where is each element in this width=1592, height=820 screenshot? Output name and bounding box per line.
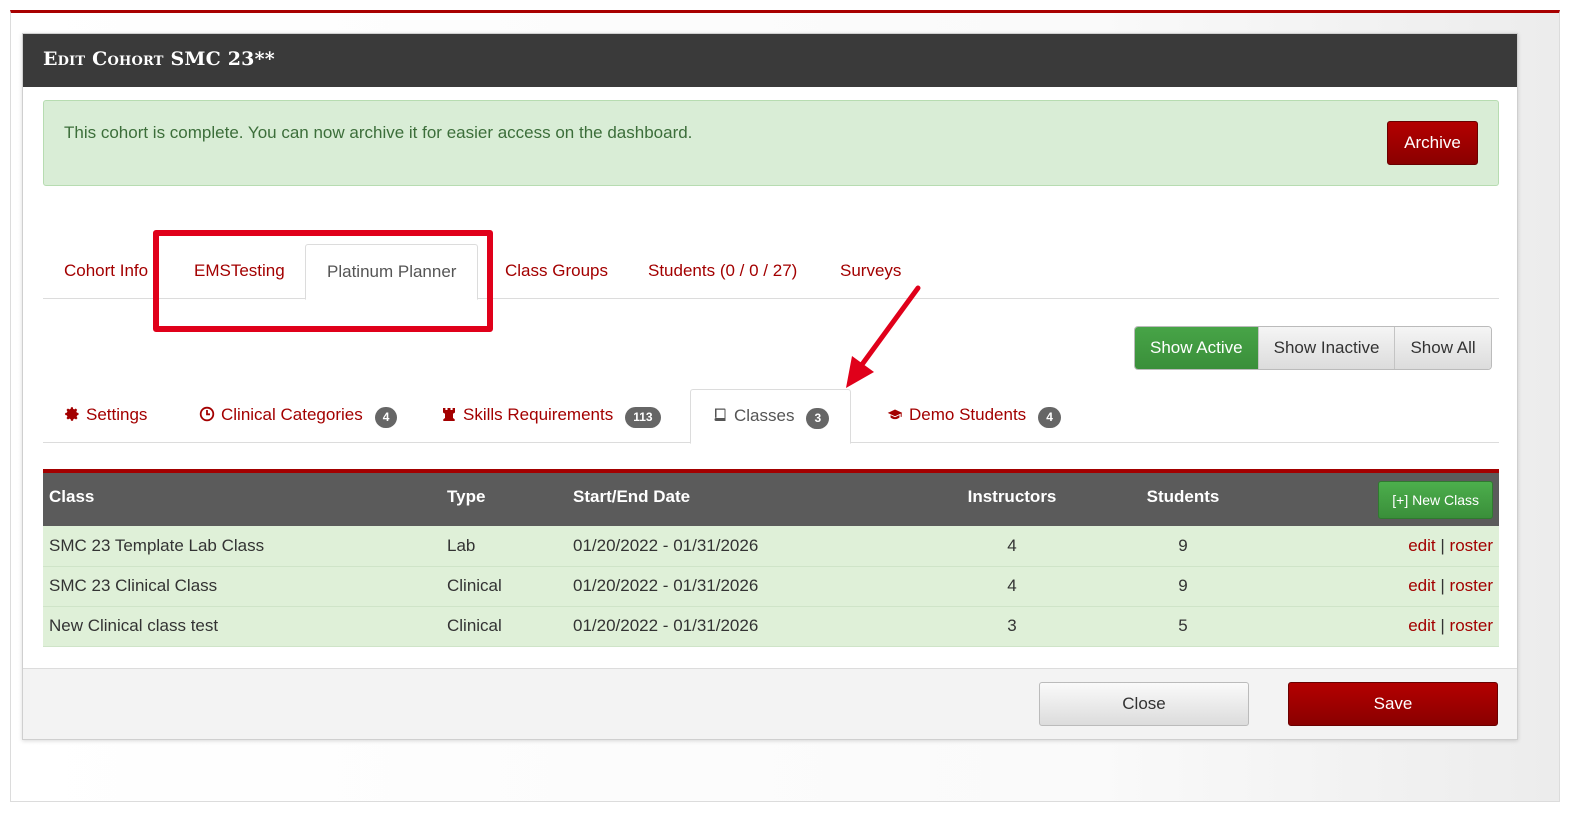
subtab-clinical-categories-label: Clinical Categories [221, 405, 363, 424]
show-active-button[interactable]: Show Active [1135, 327, 1258, 369]
edit-link[interactable]: edit [1408, 616, 1435, 635]
cell-type: Clinical [447, 616, 502, 635]
show-all-button[interactable]: Show All [1394, 327, 1491, 369]
cell-type: Lab [447, 535, 476, 555]
table-header-row: Class Type Start/End Date Instructors St… [43, 473, 1499, 526]
col-students: Students [1146, 487, 1220, 506]
rook-icon [443, 408, 455, 421]
cell-actions: edit | roster [1259, 566, 1499, 606]
cell-actions: edit | roster [1259, 606, 1499, 646]
cell-type: Clinical [447, 576, 502, 595]
cell-actions: edit | roster [1259, 526, 1499, 566]
cell-instructors: 4 [1007, 535, 1017, 555]
show-inactive-button[interactable]: Show Inactive [1257, 327, 1395, 369]
tab-class-groups[interactable]: Class Groups [484, 244, 629, 299]
cell-class: SMC 23 Clinical Class [49, 576, 218, 595]
table-row: SMC 23 Clinical Class Clinical 01/20/202… [43, 566, 1499, 606]
new-class-button[interactable]: [+] New Class [1378, 481, 1493, 519]
sub-tabs: Settings Clinical Categories 4 Skills Re… [43, 389, 1499, 444]
col-instructors: Instructors [967, 487, 1057, 506]
table-row: New Clinical class test Clinical 01/20/2… [43, 606, 1499, 646]
tab-platinum-planner[interactable]: Platinum Planner [305, 244, 479, 300]
table-row: SMC 23 Template Lab Class Lab 01/20/2022… [43, 526, 1499, 566]
alert-message: This cohort is complete. You can now arc… [64, 123, 693, 142]
cell-class: New Clinical class test [49, 616, 219, 635]
skills-requirements-count-badge: 113 [625, 407, 661, 428]
action-separator: | [1440, 576, 1445, 595]
edit-cohort-modal: Edit Cohort SMC 23** This cohort is comp… [22, 33, 1518, 740]
subtab-clinical-categories[interactable]: Clinical Categories 4 [178, 389, 418, 443]
modal-title: Edit Cohort SMC 23** [23, 34, 1517, 87]
main-tabs: Cohort Info EMSTesting Platinum Planner … [43, 244, 1499, 300]
tab-emstesting[interactable]: EMSTesting [173, 244, 306, 299]
cell-class: SMC 23 Template Lab Class [49, 535, 265, 555]
cell-students: 9 [1178, 576, 1188, 595]
demo-students-count-badge: 4 [1038, 407, 1061, 428]
cell-dates: 01/20/2022 - 01/31/2026 [573, 616, 759, 635]
modal-footer: Close Save [23, 668, 1517, 739]
classes-count-badge: 3 [806, 408, 830, 429]
col-actions: [+] New Class [1259, 473, 1499, 526]
cell-students: 5 [1178, 616, 1188, 635]
col-start-end-date: Start/End Date [573, 487, 691, 506]
roster-link[interactable]: roster [1450, 536, 1493, 555]
subtab-settings-label: Settings [86, 405, 148, 424]
gear-icon [65, 407, 79, 421]
col-type: Type [447, 487, 486, 506]
tab-cohort-info[interactable]: Cohort Info [43, 244, 169, 299]
edit-link[interactable]: edit [1408, 536, 1435, 555]
archive-button[interactable]: Archive [1387, 121, 1478, 165]
annotation-arrow-icon [846, 285, 921, 388]
col-class: Class [49, 487, 95, 506]
status-filter-group: Show Active Show Inactive Show All [1134, 326, 1492, 370]
subtab-settings[interactable]: Settings [43, 389, 168, 443]
cell-instructors: 3 [1007, 616, 1017, 635]
classes-table: Class Type Start/End Date Instructors St… [43, 469, 1499, 647]
roster-link[interactable]: roster [1450, 616, 1493, 635]
subtab-skills-requirements-label: Skills Requirements [463, 405, 614, 424]
save-button[interactable]: Save [1288, 682, 1498, 726]
subtab-classes-label: Classes [734, 406, 795, 425]
tab-students[interactable]: Students (0 / 0 / 27) [627, 244, 818, 299]
book-icon [714, 408, 726, 421]
close-button[interactable]: Close [1039, 682, 1249, 726]
subtab-demo-students[interactable]: Demo Students 4 [866, 389, 1082, 443]
subtab-classes[interactable]: Classes 3 [690, 389, 852, 444]
clock-icon [199, 406, 215, 422]
cell-students: 9 [1178, 535, 1188, 555]
edit-link[interactable]: edit [1408, 576, 1435, 595]
cell-dates: 01/20/2022 - 01/31/2026 [573, 576, 759, 595]
roster-link[interactable]: roster [1450, 576, 1493, 595]
cell-dates: 01/20/2022 - 01/31/2026 [573, 535, 759, 555]
cell-instructors: 4 [1007, 576, 1017, 595]
action-separator: | [1440, 535, 1445, 555]
action-separator: | [1440, 616, 1445, 635]
subtab-skills-requirements[interactable]: Skills Requirements 113 [420, 389, 682, 443]
graduation-cap-icon [887, 409, 903, 420]
clinical-categories-count-badge: 4 [374, 407, 398, 428]
cohort-complete-alert: This cohort is complete. You can now arc… [43, 100, 1499, 186]
subtab-demo-students-label: Demo Students [909, 405, 1027, 424]
